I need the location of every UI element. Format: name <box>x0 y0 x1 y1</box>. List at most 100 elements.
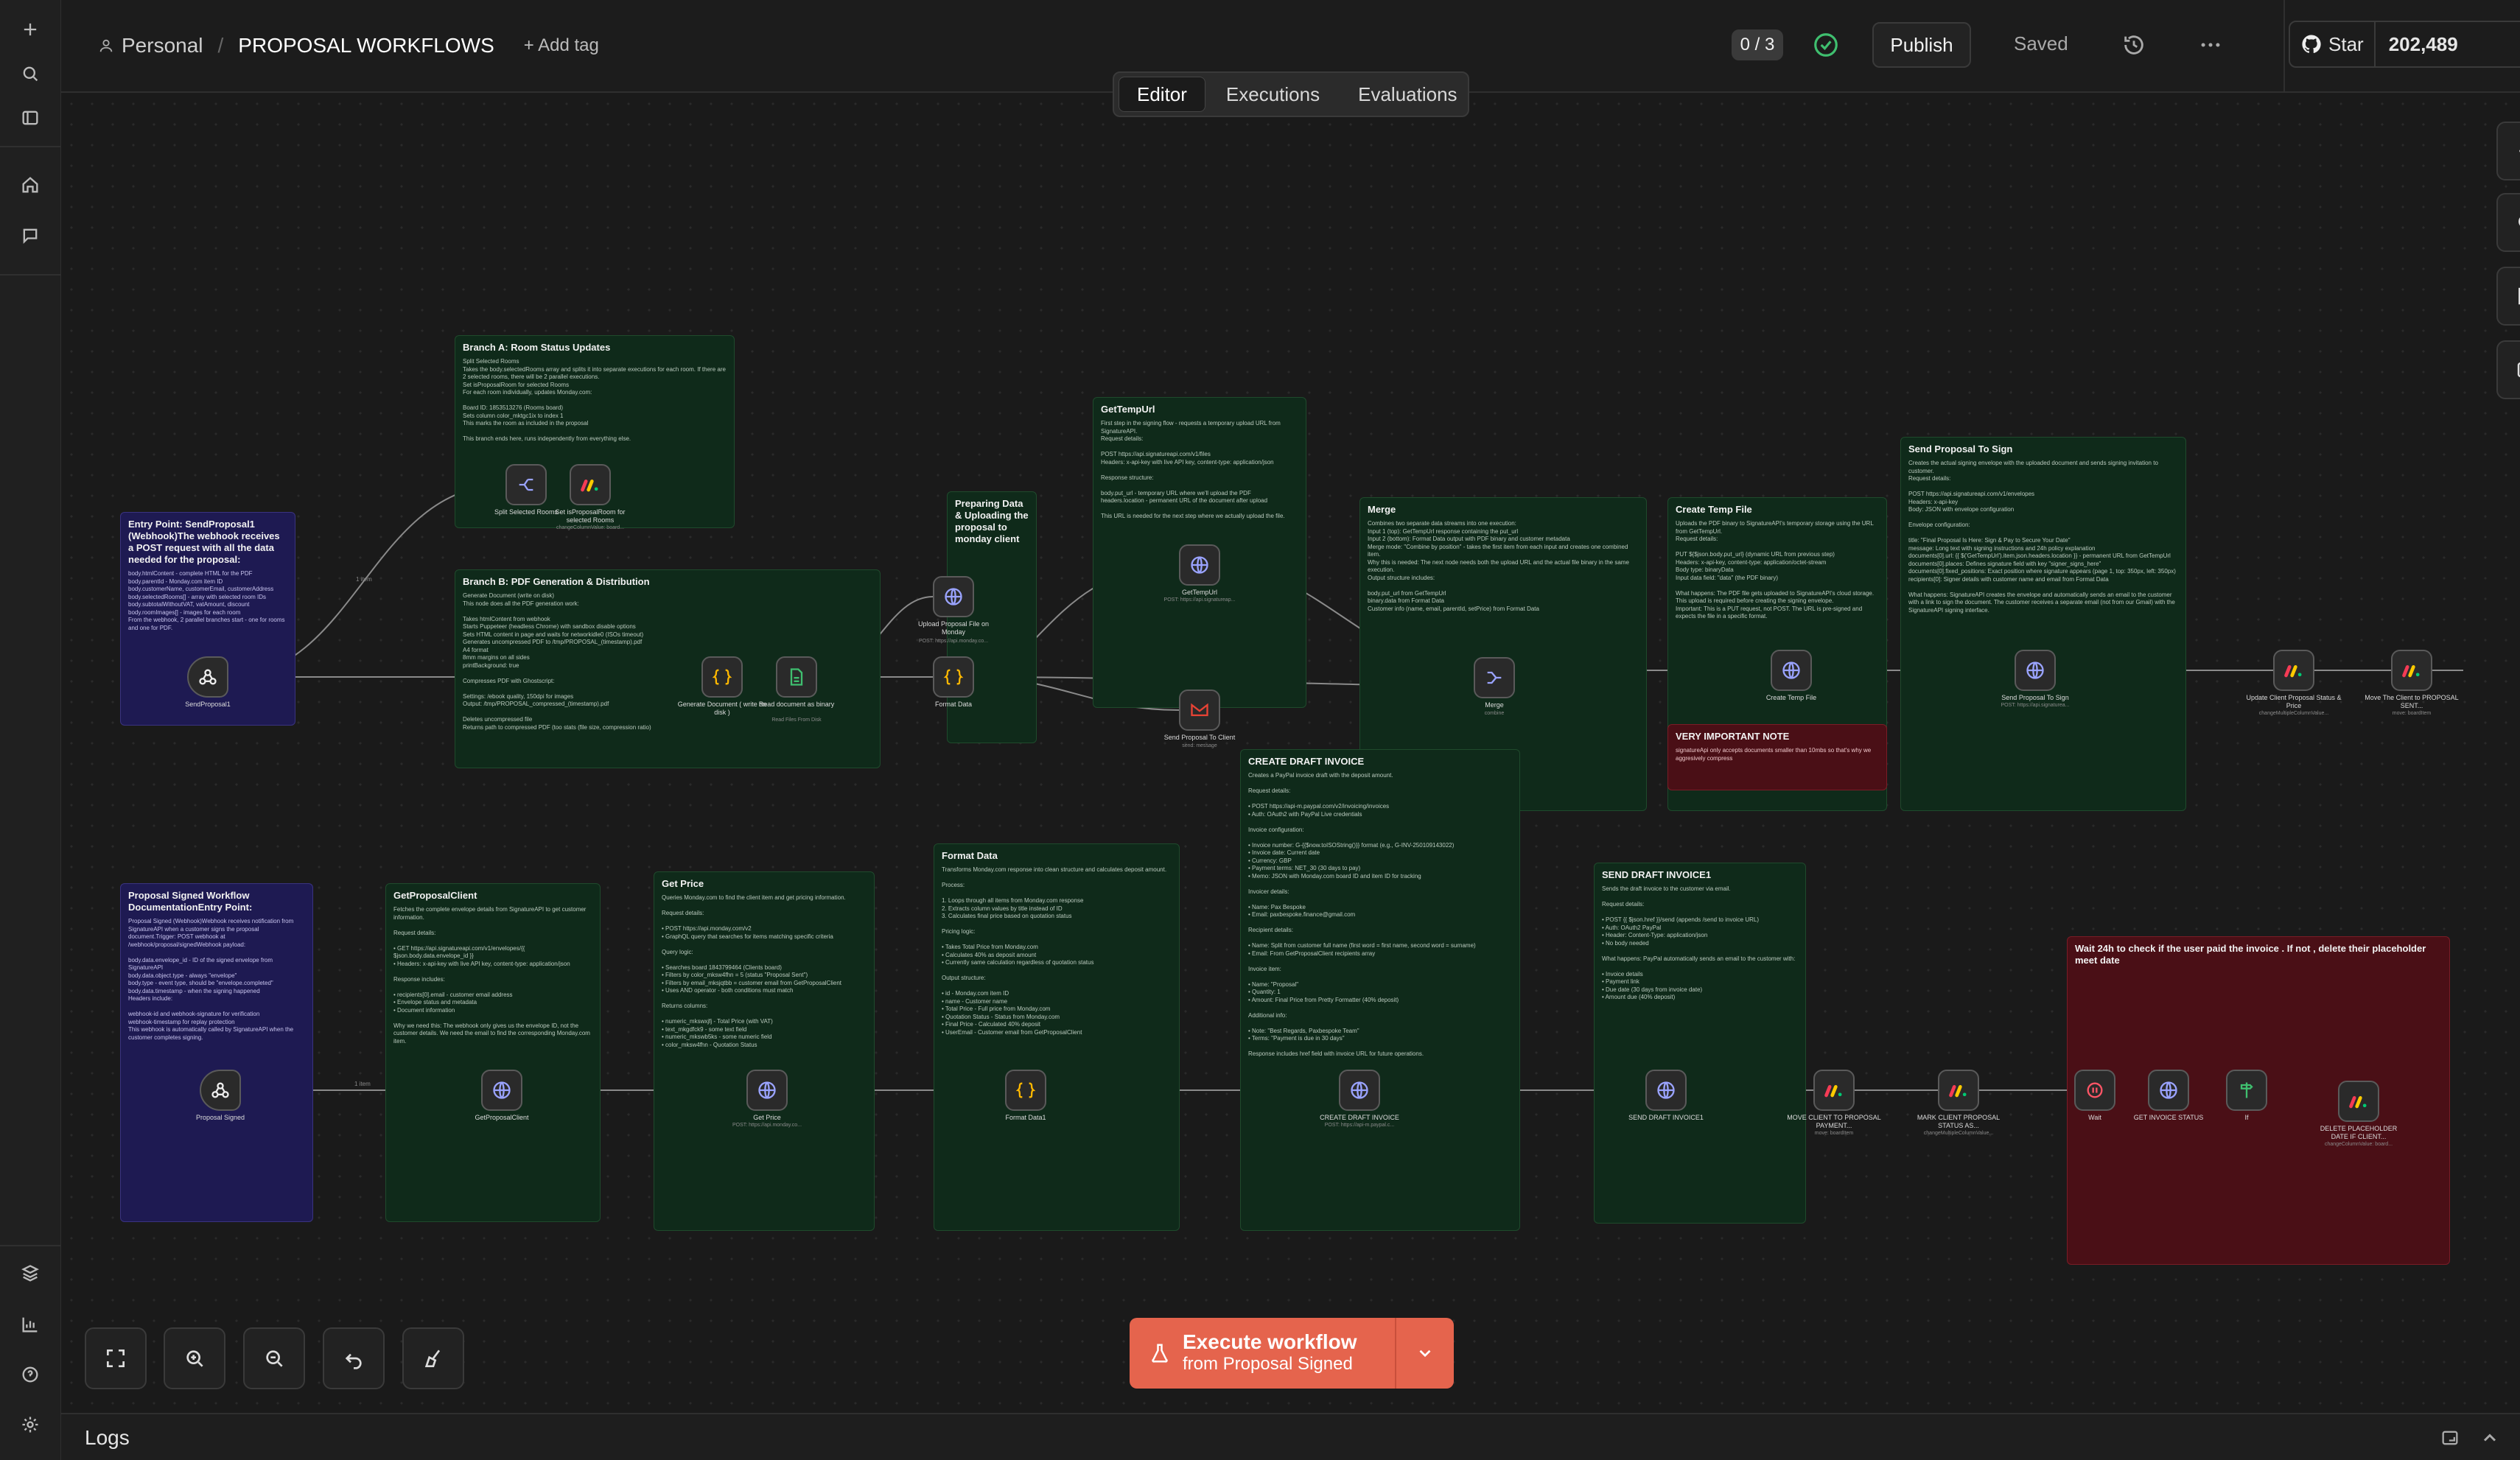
settings-gear-icon[interactable] <box>15 1410 45 1439</box>
globe-icon <box>493 1081 511 1099</box>
tidy-up-button[interactable] <box>402 1327 464 1389</box>
templates-icon[interactable] <box>15 1259 45 1288</box>
note-getclient-body: Fetches the complete envelope details fr… <box>393 906 590 1045</box>
undo-button[interactable] <box>323 1327 385 1389</box>
publish-button[interactable]: Publish <box>1872 22 1971 68</box>
workspace-link[interactable]: Personal <box>122 34 203 57</box>
node-senddraft[interactable] <box>1645 1070 1687 1111</box>
search-nodes-button[interactable] <box>2496 193 2520 252</box>
panel-toggle-icon[interactable] <box>15 103 45 133</box>
node-proposal-signed[interactable] <box>200 1070 241 1111</box>
node-formatdata1[interactable] <box>933 656 974 698</box>
history-icon[interactable] <box>2121 32 2146 57</box>
note-get-proposal-client[interactable]: GetProposalClient Fetches the complete en… <box>385 883 601 1222</box>
note-get-price[interactable]: Get Price Queries Monday.com to find the … <box>654 871 875 1231</box>
node-moveclient[interactable] <box>2391 650 2432 691</box>
node-getinvoice[interactable] <box>2148 1070 2189 1111</box>
star-button[interactable]: Star <box>2290 22 2376 66</box>
note-proposal-signed[interactable]: Proposal Signed Workflow DocumentationEn… <box>120 883 313 1222</box>
note-format-data[interactable]: Format Data Transforms Monday.com respons… <box>934 843 1180 1231</box>
side-panel-button[interactable] <box>2496 340 2520 399</box>
popout-icon[interactable] <box>2440 1428 2460 1448</box>
edge-label-a: 1 item <box>356 576 372 583</box>
success-check-icon <box>1812 31 1840 59</box>
edge-label-b: 1 item <box>354 1081 371 1087</box>
note-preparing-title: Preparing Data & Uploading the proposal … <box>955 498 1029 544</box>
note-important[interactable]: VERY IMPORTANT NOTE signatureApi only acc… <box>1667 724 1887 790</box>
node-setroom-sub: changeColumnValue: board... <box>556 525 625 530</box>
node-split[interactable] <box>505 464 547 505</box>
execute-workflow-button[interactable]: Execute workflow from Proposal Signed <box>1130 1318 1454 1389</box>
node-upload[interactable] <box>933 576 974 617</box>
node-if[interactable] <box>2226 1070 2267 1111</box>
node-sendproposal[interactable] <box>187 656 228 698</box>
node-getprice[interactable] <box>746 1070 788 1111</box>
note-create-draft-invoice[interactable]: CREATE DRAFT INVOICE Creates a PayPal inv… <box>1240 749 1520 1231</box>
node-readdoc-sub: Read Files From Disk <box>771 717 822 723</box>
node-formatdata2-label: Format Data1 <box>1005 1114 1046 1121</box>
insights-icon[interactable] <box>15 1310 45 1339</box>
node-gettemp-label: GetTempUrl <box>1181 589 1217 596</box>
chat-icon[interactable] <box>15 221 45 250</box>
note-wait-title: Wait 24h to check if the user paid the i… <box>2075 943 2426 966</box>
node-wait[interactable] <box>2074 1070 2115 1111</box>
node-upload-label: Upload Proposal File on Monday <box>917 620 990 636</box>
node-draft[interactable] <box>1339 1070 1380 1111</box>
node-gendoc[interactable] <box>701 656 743 698</box>
node-markclient-sub: changeMultipleColumnValue... <box>1923 1131 1994 1136</box>
logs-panel[interactable]: Logs <box>61 1413 2520 1460</box>
star-label: Star <box>2328 32 2364 55</box>
chevron-up-icon[interactable] <box>2479 1428 2500 1448</box>
help-icon[interactable] <box>15 1360 45 1389</box>
note-send-draft-invoice[interactable]: SEND DRAFT INVOICE1 Sends the draft invoi… <box>1594 863 1806 1224</box>
node-deleteplaceholder[interactable] <box>2338 1081 2379 1122</box>
execute-options-button[interactable] <box>1396 1318 1454 1389</box>
node-formatdata2[interactable] <box>1005 1070 1046 1111</box>
zoom-in-button[interactable] <box>164 1327 225 1389</box>
version-counter[interactable]: 0 / 3 <box>1732 29 1783 60</box>
view-tabs: Editor Executions Evaluations <box>1113 71 1469 117</box>
split-icon <box>519 478 533 491</box>
sticky-note-icon <box>2519 287 2520 305</box>
webhook-icon <box>199 669 217 685</box>
undo-icon <box>345 1353 362 1369</box>
node-createtemp-label: Create Temp File <box>1765 694 1817 701</box>
note-gettemp-body: First step in the signing flow - request… <box>1101 420 1285 519</box>
note-send-proposal-to-sign[interactable]: Send Proposal To Sign Creates the actual … <box>1900 437 2186 811</box>
add-node-button[interactable] <box>2496 122 2520 180</box>
node-getclient[interactable] <box>481 1070 522 1111</box>
home-icon[interactable] <box>15 170 45 200</box>
header-divider <box>2283 0 2285 93</box>
node-createtemp[interactable] <box>1771 650 1812 691</box>
globe-icon <box>945 588 962 606</box>
node-sendclient[interactable] <box>1179 689 1220 731</box>
node-markclient[interactable] <box>1938 1070 1979 1111</box>
node-setroom[interactable] <box>570 464 611 505</box>
tab-evaluations[interactable]: Evaluations <box>1340 77 1474 112</box>
fit-view-button[interactable] <box>85 1327 147 1389</box>
node-draft-sub: POST: https://api-m.paypal.c... <box>1324 1123 1395 1128</box>
saved-status: Saved <box>2014 32 2068 55</box>
fit-view-icon <box>107 1350 125 1367</box>
node-sendsign[interactable] <box>2015 650 2056 691</box>
note-formatdata-title: Format Data <box>942 850 998 861</box>
node-gettemp[interactable] <box>1179 544 1220 586</box>
node-updateclient-sub: changeMultipleColumnValue... <box>2258 711 2329 716</box>
node-moveclient2[interactable] <box>1813 1070 1855 1111</box>
node-updateclient[interactable] <box>2273 650 2314 691</box>
tab-editor[interactable]: Editor <box>1119 77 1205 112</box>
node-merge[interactable] <box>1474 657 1515 698</box>
plus-icon[interactable] <box>15 15 45 44</box>
more-options-icon[interactable] <box>2198 32 2223 57</box>
node-readdoc[interactable] <box>776 656 817 698</box>
zoom-out-button[interactable] <box>243 1327 305 1389</box>
workflow-canvas[interactable]: Entry Point: SendProposal1 (Webhook)The … <box>61 94 2520 1413</box>
search-icon[interactable] <box>15 59 45 88</box>
github-star-widget[interactable]: Star 202,489 <box>2289 21 2520 68</box>
tab-executions[interactable]: Executions <box>1208 77 1337 112</box>
add-tag-button[interactable]: + Add tag <box>524 35 599 56</box>
workflow-title[interactable]: PROPOSAL WORKFLOWS <box>238 34 494 57</box>
note-senddraft-body: Sends the draft invoice to the customer … <box>1602 885 1796 1000</box>
node-formatdata1-label: Format Data <box>934 701 972 708</box>
sticky-note-button[interactable] <box>2496 267 2520 326</box>
